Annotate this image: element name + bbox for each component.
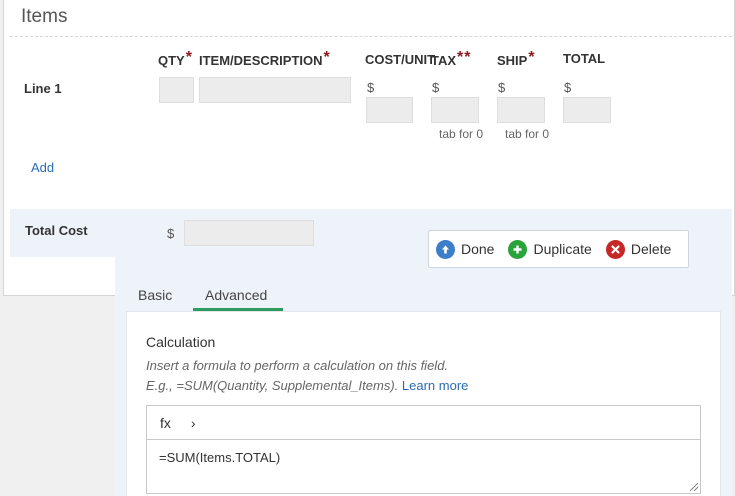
calculation-example-text: E.g., =SUM(Quantity, Supplemental_Items)… xyxy=(146,378,399,393)
duplicate-label: Duplicate xyxy=(533,241,592,257)
line-label: Line 1 xyxy=(24,81,62,96)
chevron-right-icon[interactable]: › xyxy=(191,415,196,431)
calculation-help-text: Insert a formula to perform a calculatio… xyxy=(146,358,449,373)
formula-toolbar: fx › xyxy=(146,405,701,440)
tab-advanced[interactable]: Advanced xyxy=(205,287,267,303)
col-header-tax: TAX** xyxy=(431,49,471,68)
done-button[interactable]: Done xyxy=(436,239,495,259)
col-header-total: TOTAL xyxy=(563,51,606,66)
currency-symbol: $ xyxy=(564,80,572,95)
col-header-cost: COST/UNIT xyxy=(365,52,436,67)
required-marker: * xyxy=(528,49,535,66)
section-divider xyxy=(10,36,732,37)
delete-button[interactable]: Delete xyxy=(605,239,672,259)
done-label: Done xyxy=(461,241,495,257)
add-line-link[interactable]: Add xyxy=(31,160,54,175)
arrow-up-circle-icon xyxy=(436,239,455,259)
calculation-title: Calculation xyxy=(146,334,216,350)
field-toolbar: Done Duplicate Delete xyxy=(428,230,689,268)
tab-basic[interactable]: Basic xyxy=(138,287,172,303)
required-marker: * xyxy=(457,49,464,66)
currency-symbol: $ xyxy=(367,80,375,95)
ship-hint: tab for 0 xyxy=(505,127,550,141)
required-marker: * xyxy=(185,49,192,66)
resize-handle-icon[interactable] xyxy=(690,483,698,491)
total-cost-label: Total Cost xyxy=(25,223,88,238)
qty-input[interactable] xyxy=(159,77,194,103)
formula-value: =SUM(Items.TOTAL) xyxy=(159,450,281,465)
col-header-qty: QTY* xyxy=(158,49,192,68)
col-header-item: ITEM/DESCRIPTION* xyxy=(199,49,330,68)
currency-symbol: $ xyxy=(498,80,506,95)
learn-more-link[interactable]: Learn more xyxy=(402,378,468,393)
col-header-ship: SHIP* xyxy=(497,49,535,68)
tax-hint: tab for 0 xyxy=(439,127,484,141)
duplicate-button[interactable]: Duplicate xyxy=(508,239,592,259)
required-marker: * xyxy=(464,49,471,66)
delete-label: Delete xyxy=(630,241,672,257)
currency-symbol: $ xyxy=(167,226,175,241)
tax-input[interactable] xyxy=(431,97,479,123)
section-title: Items xyxy=(21,6,68,27)
required-marker: * xyxy=(323,49,330,66)
calculation-example: E.g., =SUM(Quantity, Supplemental_Items)… xyxy=(146,378,468,393)
total-input xyxy=(563,97,611,123)
cost-unit-input[interactable] xyxy=(366,97,413,123)
formula-textarea[interactable]: =SUM(Items.TOTAL) xyxy=(146,440,701,494)
fx-label: fx xyxy=(160,414,171,431)
total-cost-input xyxy=(184,220,314,246)
plus-circle-icon xyxy=(508,239,528,259)
item-description-input[interactable] xyxy=(199,77,351,103)
currency-symbol: $ xyxy=(432,80,440,95)
x-circle-icon xyxy=(605,239,625,259)
ship-input[interactable] xyxy=(497,97,545,123)
